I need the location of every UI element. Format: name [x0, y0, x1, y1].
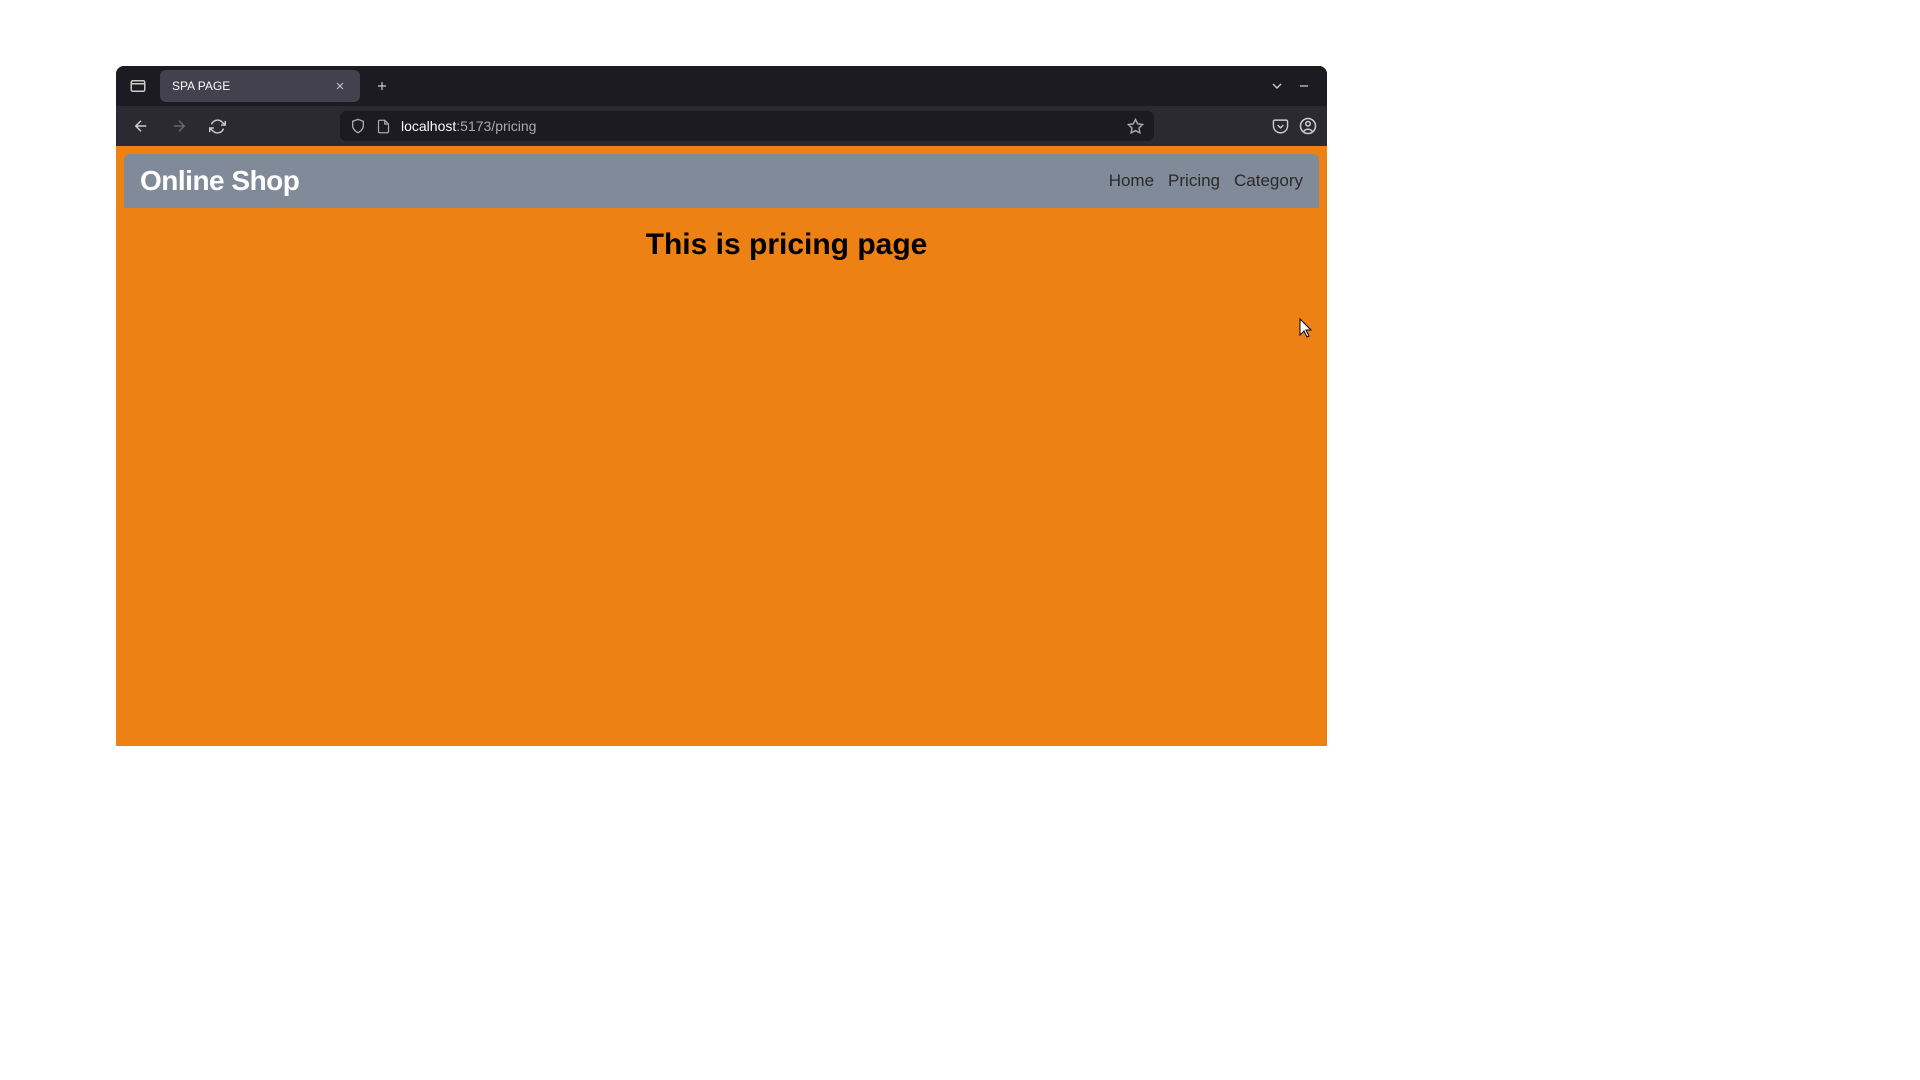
site-title: Online Shop	[140, 165, 299, 197]
shield-icon[interactable]	[350, 118, 366, 134]
browser-toolbar: localhost:5173/pricing	[116, 106, 1327, 146]
nav-link-pricing[interactable]: Pricing	[1168, 171, 1220, 191]
browser-tab[interactable]: SPA PAGE	[160, 70, 360, 102]
back-button[interactable]	[126, 111, 156, 141]
address-bar[interactable]: localhost:5173/pricing	[340, 111, 1154, 141]
cursor-icon	[1295, 317, 1315, 341]
nav-link-category[interactable]: Category	[1234, 171, 1303, 191]
close-tab-icon[interactable]	[332, 78, 348, 94]
site-header: Online Shop Home Pricing Category	[124, 154, 1319, 208]
nav-links: Home Pricing Category	[1109, 171, 1303, 191]
nav-link-home[interactable]: Home	[1109, 171, 1154, 191]
page-viewport: Online Shop Home Pricing Category This i…	[116, 146, 1327, 746]
file-icon	[376, 119, 391, 134]
new-tab-button[interactable]	[368, 72, 396, 100]
reload-button[interactable]	[202, 111, 232, 141]
minimize-window-icon[interactable]	[1297, 79, 1311, 93]
forward-button[interactable]	[164, 111, 194, 141]
pocket-icon[interactable]	[1272, 118, 1289, 135]
firefox-view-icon[interactable]	[124, 72, 152, 100]
tab-bar: SPA PAGE	[116, 66, 1327, 106]
account-icon[interactable]	[1299, 117, 1317, 135]
browser-window: SPA PAGE	[116, 66, 1327, 746]
tab-title: SPA PAGE	[172, 79, 324, 93]
page-body: This is pricing page	[116, 208, 1327, 746]
page-heading: This is pricing page	[246, 228, 1327, 262]
list-tabs-icon[interactable]	[1269, 78, 1285, 94]
bookmark-icon[interactable]	[1127, 118, 1144, 135]
url-text: localhost:5173/pricing	[401, 118, 536, 134]
